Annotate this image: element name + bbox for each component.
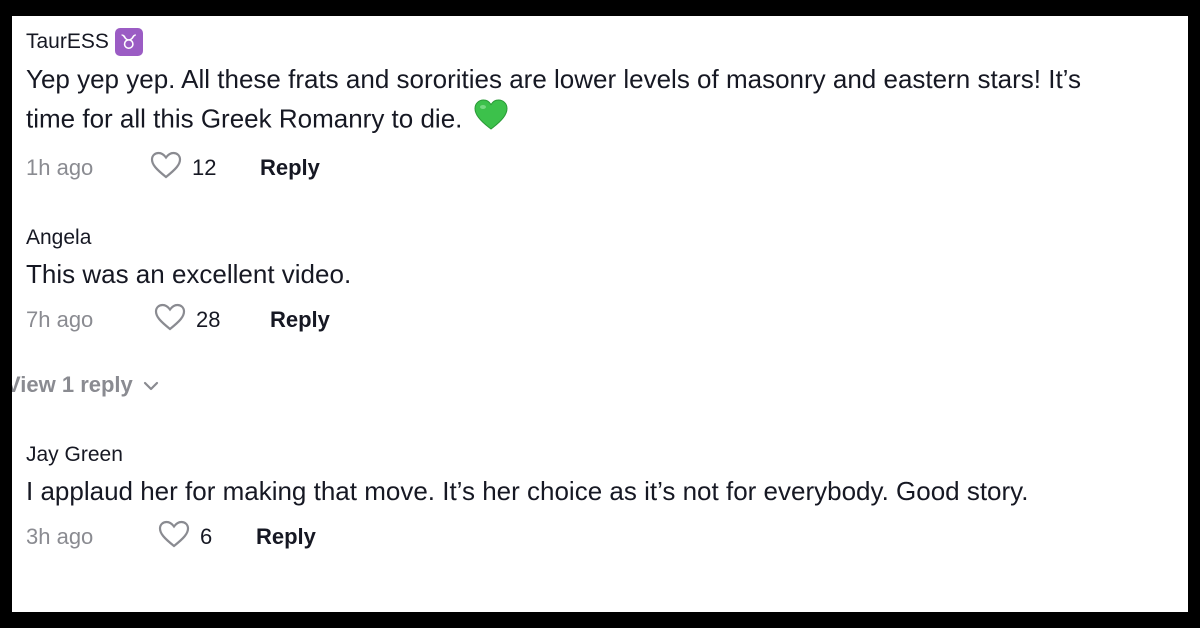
comment-item: TaurESS ♉ Yep yep yep. All these frats a… — [26, 28, 1168, 184]
comment-meta: 7h ago 28 Reply — [26, 303, 1168, 337]
comment-timestamp: 1h ago — [26, 155, 94, 180]
comment-author[interactable]: TaurESS ♉ — [26, 28, 1168, 56]
comment-panel: TaurESS ♉ Yep yep yep. All these frats a… — [12, 16, 1188, 612]
heart-outline-icon — [158, 520, 190, 554]
author-name: Angela — [26, 226, 92, 249]
author-name: Jay Green — [26, 443, 123, 466]
comment-timestamp: 7h ago — [26, 307, 94, 332]
comment-meta: 1h ago 12 Reply — [26, 151, 1168, 185]
heart-outline-icon — [150, 151, 182, 185]
comment-author[interactable]: Jay Green — [26, 442, 1168, 468]
comment-item: Jay Green I applaud her for making that … — [26, 442, 1168, 553]
author-name: TaurESS — [26, 30, 109, 53]
comment-timestamp: 3h ago — [26, 524, 94, 549]
reply-button[interactable]: Reply — [270, 307, 330, 333]
comment-item: Angela This was an excellent video. 7h a… — [26, 225, 1168, 336]
view-replies-label: View 1 reply — [12, 372, 133, 397]
view-replies-button[interactable]: View 1 reply — [12, 372, 159, 398]
comment-author[interactable]: Angela — [26, 225, 1168, 251]
comment-text: This was an excellent video. — [26, 255, 1168, 294]
like-button[interactable]: 12 — [150, 151, 260, 185]
reply-button[interactable]: Reply — [256, 524, 316, 550]
like-button[interactable]: 6 — [158, 520, 256, 554]
taurus-badge-icon: ♉ — [114, 28, 143, 56]
comment-meta: 3h ago 6 Reply — [26, 520, 1168, 554]
comment-body: I applaud her for making that move. It’s… — [26, 476, 1029, 506]
like-button[interactable]: 28 — [154, 303, 270, 337]
like-count: 6 — [200, 524, 213, 549]
comment-body: This was an excellent video. — [26, 259, 352, 289]
comment-text: I applaud her for making that move. It’s… — [26, 472, 1126, 511]
like-count: 28 — [196, 307, 221, 332]
chevron-down-icon — [143, 372, 159, 398]
reply-button[interactable]: Reply — [260, 155, 320, 181]
green-heart-icon — [474, 99, 508, 142]
heart-outline-icon — [154, 303, 186, 337]
like-count: 12 — [192, 155, 217, 180]
comment-body: Yep yep yep. All these frats and sororit… — [26, 64, 1081, 134]
comment-text: Yep yep yep. All these frats and sororit… — [26, 60, 1126, 142]
